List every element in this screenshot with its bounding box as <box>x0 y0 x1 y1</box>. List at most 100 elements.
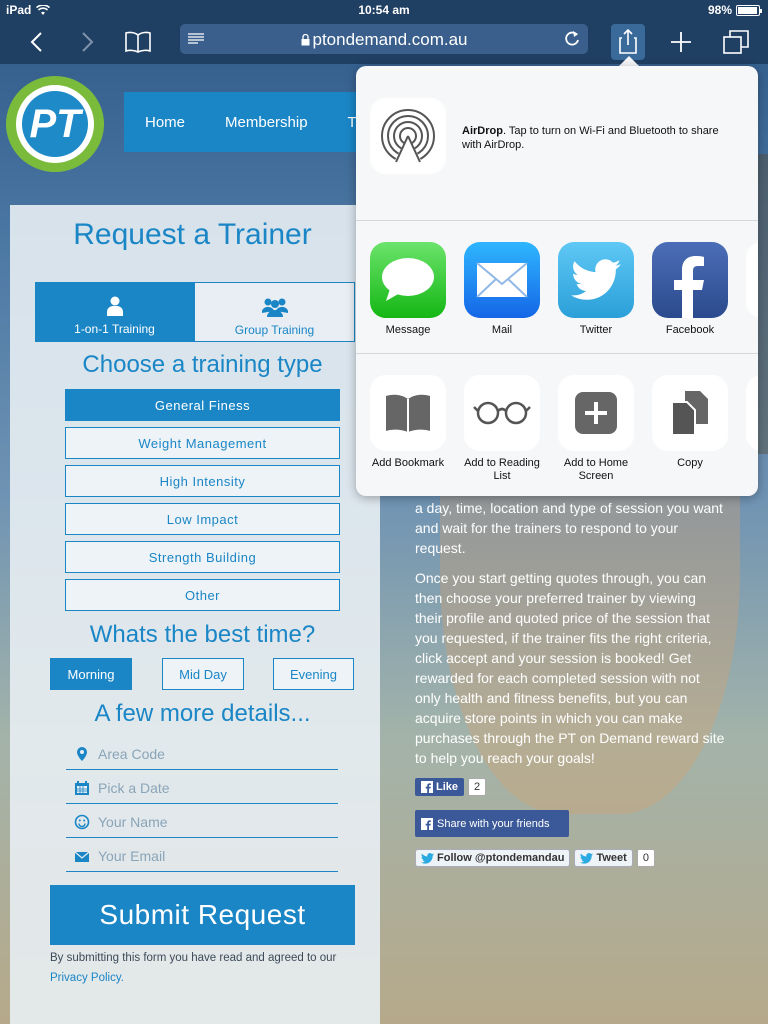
action-add-reading-list[interactable]: Add to Reading List <box>459 375 545 483</box>
action-label: Add Bookmark <box>371 457 445 469</box>
privacy-policy-link[interactable]: Privacy Policy. <box>50 972 124 984</box>
smiley-icon <box>74 814 90 830</box>
details-heading: A few more details... <box>94 700 311 727</box>
type-other[interactable]: Other <box>65 579 340 611</box>
address-bar[interactable]: ptondemand.com.au <box>180 24 588 54</box>
share-app-label: Twitter <box>579 324 613 336</box>
plus-square-icon <box>575 392 617 434</box>
envelope-icon <box>74 851 90 862</box>
twitter-bird-icon <box>571 259 621 300</box>
share-icon <box>619 29 637 54</box>
glasses-icon <box>473 401 531 425</box>
share-actions-row: Add Bookmark Add to Reading List Add to … <box>356 354 758 487</box>
back-button[interactable] <box>20 26 52 58</box>
share-sheet: AirDrop. Tap to turn on Wi-Fi and Blueto… <box>356 66 758 496</box>
site-logo[interactable]: PT <box>6 76 104 172</box>
airdrop-tile[interactable] <box>370 98 446 174</box>
copy-icon <box>671 391 708 436</box>
tab-group[interactable]: Group Training <box>194 282 355 342</box>
new-tab-button[interactable] <box>665 26 697 58</box>
share-app-mail[interactable]: Mail <box>459 242 545 337</box>
submit-request-button[interactable]: Submit Request <box>50 885 355 945</box>
book-icon <box>386 394 430 432</box>
date-field <box>66 774 338 804</box>
like-count: 2 <box>468 778 487 796</box>
action-add-bookmark[interactable]: Add Bookmark <box>365 375 451 470</box>
form-title: Request a Trainer <box>73 218 312 251</box>
name-input[interactable] <box>98 810 328 834</box>
book-icon <box>125 31 151 53</box>
airdrop-section[interactable]: AirDrop. Tap to turn on Wi-Fi and Blueto… <box>356 66 758 221</box>
bookmarks-button[interactable] <box>122 26 154 58</box>
type-strength-building[interactable]: Strength Building <box>65 541 340 573</box>
reload-icon[interactable] <box>564 29 580 47</box>
airdrop-title: AirDrop <box>462 125 503 137</box>
tab-label: Group Training <box>234 323 315 337</box>
facebook-like-widget: Like 2 <box>415 778 487 796</box>
clock: 10:54 am <box>358 3 410 17</box>
time-mid-day[interactable]: Mid Day <box>162 658 244 690</box>
share-app-facebook[interactable]: Facebook <box>647 242 733 337</box>
how-it-works-paragraph: Once you start getting quotes through, y… <box>415 570 725 766</box>
form-disclaimer: By submitting this form you have read an… <box>50 948 360 988</box>
main-nav: Home Membership Tr <box>124 92 364 152</box>
twitter-bird-icon <box>421 852 434 864</box>
facebook-share-button[interactable]: Share with your friends <box>415 810 569 837</box>
date-input[interactable] <box>98 776 328 800</box>
time-evening[interactable]: Evening <box>273 658 354 690</box>
share-app-label: Mail <box>491 324 513 336</box>
time-morning[interactable]: Morning <box>50 658 132 690</box>
training-type-heading: Choose a training type <box>82 351 323 378</box>
logo-text: PT <box>22 91 88 157</box>
facebook-icon <box>421 817 433 830</box>
follow-label: Follow @ptondemandau <box>437 852 565 864</box>
like-label: Like <box>436 781 459 793</box>
tabs-icon <box>723 30 749 54</box>
calendar-icon <box>75 781 89 795</box>
action-label: Add to Reading List <box>464 457 540 482</box>
tab-label: 1-on-1 Training <box>74 322 155 336</box>
status-bar: iPad 10:54 am 98% <box>0 0 768 20</box>
battery-icon <box>736 4 762 16</box>
nav-item-home[interactable]: Home <box>145 114 185 131</box>
name-field <box>66 808 338 838</box>
type-high-intensity[interactable]: High Intensity <box>65 465 340 497</box>
email-input[interactable] <box>98 844 328 868</box>
forward-button[interactable] <box>72 26 104 58</box>
type-weight-management[interactable]: Weight Management <box>65 427 340 459</box>
tweet-count: 0 <box>636 849 655 867</box>
plus-icon <box>671 32 691 52</box>
share-label: Share with your friends <box>437 817 550 830</box>
nav-item-membership[interactable]: Membership <box>225 114 308 131</box>
airdrop-icon <box>381 109 435 164</box>
type-low-impact[interactable]: Low Impact <box>65 503 340 535</box>
action-copy[interactable]: Copy <box>647 375 733 470</box>
envelope-icon <box>476 262 528 298</box>
facebook-icon <box>421 781 433 793</box>
action-add-home-screen[interactable]: Add to Home Screen <box>553 375 639 483</box>
tab-one-on-one[interactable]: 1-on-1 Training <box>35 282 194 342</box>
disclaimer-text: By submitting this form you have read an… <box>50 952 337 964</box>
facebook-like-button[interactable]: Like <box>415 778 465 796</box>
tabs-button[interactable] <box>720 26 752 58</box>
intro-paragraph: a day, time, location and type of sessio… <box>415 500 723 556</box>
twitter-follow-button[interactable]: Follow @ptondemandau <box>415 849 571 867</box>
share-app-label: Facebook <box>665 324 715 336</box>
lock-icon <box>301 33 309 46</box>
share-app-twitter[interactable]: Twitter <box>553 242 639 337</box>
tweet-label: Tweet <box>596 852 627 864</box>
chevron-right-icon <box>82 32 94 52</box>
action-label: Copy <box>677 457 703 469</box>
area-code-field <box>66 740 338 770</box>
share-apps-row: Message Mail Twitter Facebook <box>356 221 758 354</box>
type-general-fitness[interactable]: General Finess <box>65 389 340 421</box>
time-heading: Whats the best time? <box>89 621 316 648</box>
area-code-input[interactable] <box>98 742 328 766</box>
share-app-message[interactable]: Message <box>365 242 451 337</box>
tweet-button[interactable]: Tweet <box>574 849 633 867</box>
facebook-icon <box>674 256 704 318</box>
action-label: Add to Home Screen <box>563 457 629 482</box>
share-sheet-arrow <box>619 56 639 66</box>
share-button[interactable] <box>611 24 645 60</box>
share-app-label: Message <box>385 324 431 336</box>
